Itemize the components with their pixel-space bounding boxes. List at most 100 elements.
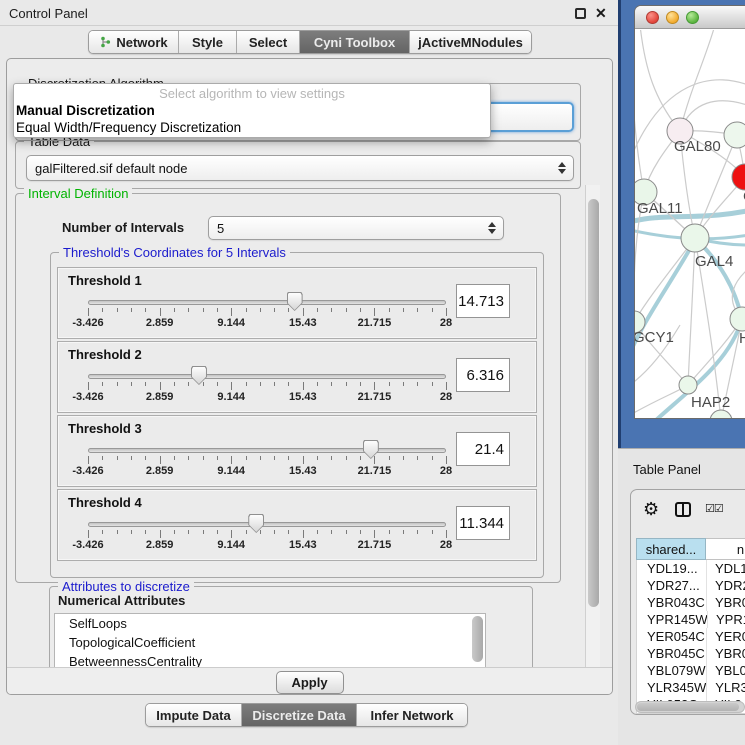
tab-network[interactable]: Network — [89, 31, 179, 53]
tick-mark — [160, 456, 161, 464]
cell-shared-name[interactable]: YDR27... — [637, 577, 706, 594]
column-layout-icon[interactable] — [675, 502, 691, 517]
settings-vertical-scrollbar[interactable] — [585, 185, 600, 667]
node-label-gal80: GAL80 — [674, 138, 721, 155]
node-h[interactable] — [730, 307, 745, 331]
tick-label: 28 — [440, 539, 452, 551]
network-window-titlebar[interactable] — [635, 6, 745, 29]
node-selected-red[interactable] — [732, 164, 745, 190]
cell-shared-name[interactable]: YLR345W — [637, 679, 706, 696]
threshold-2-value-input[interactable] — [456, 358, 510, 392]
tab-style[interactable]: Style — [179, 31, 237, 53]
threshold-3-slider[interactable]: -3.4262.8599.14415.4321.71528 — [88, 438, 446, 484]
table-row[interactable]: YLR345WYLR3 — [637, 679, 745, 696]
apply-button[interactable]: Apply — [276, 671, 344, 694]
tick-mark — [346, 530, 347, 534]
cell-shared-name[interactable]: YDL19... — [637, 560, 706, 577]
table-row[interactable]: YBR045CYBR0 — [637, 645, 745, 662]
table-row[interactable]: YDL19...YDL1 — [637, 560, 745, 577]
threshold-3-value-input[interactable] — [456, 432, 510, 466]
network-view-window[interactable]: GAL80 GA C GAL11 GAL4 GCY1 H HAP2 — [634, 5, 745, 419]
table-row[interactable]: YBL079WYBL0 — [637, 662, 745, 679]
tick-mark — [88, 456, 89, 464]
cell-name[interactable]: YBL0 — [706, 662, 745, 679]
tick-label: 21.715 — [358, 317, 392, 329]
slider-tick-labels: -3.4262.8599.14415.4321.71528 — [88, 317, 446, 331]
threshold-2-slider[interactable]: -3.4262.8599.14415.4321.71528 — [88, 364, 446, 410]
cyni-toolbox-content: Discretization Algorithm Select algorith… — [6, 58, 613, 695]
tab-impute-data[interactable]: Impute Data — [146, 704, 242, 726]
tick-mark — [145, 530, 146, 534]
cell-name[interactable]: YER0 — [706, 628, 745, 645]
attribute-list-item[interactable]: SelfLoops — [55, 614, 485, 633]
tab-infer-network[interactable]: Infer Network — [357, 704, 467, 726]
algorithm-option-manual[interactable]: Manual Discretization — [16, 103, 155, 118]
tick-mark — [274, 456, 275, 460]
tick-mark — [188, 530, 189, 534]
attribute-list-item[interactable]: TopologicalCoefficient — [55, 633, 485, 652]
tick-mark — [217, 308, 218, 312]
number-of-intervals-combobox[interactable]: 5 — [208, 216, 504, 240]
cell-shared-name[interactable]: YBR043C — [637, 594, 706, 611]
zoom-traffic-light-icon[interactable] — [686, 11, 699, 24]
slider-track — [88, 522, 446, 527]
tick-mark — [88, 530, 89, 538]
slider-tick-labels: -3.4262.8599.14415.4321.71528 — [88, 465, 446, 479]
tick-mark — [317, 382, 318, 386]
attributes-list-scrollbar[interactable] — [472, 616, 483, 662]
scrollbar-thumb[interactable] — [588, 199, 599, 607]
threshold-4-slider[interactable]: -3.4262.8599.14415.4321.71528 — [88, 512, 446, 558]
combo-stepper-icon — [488, 222, 496, 234]
close-icon[interactable]: ✕ — [595, 5, 607, 22]
table-data-combobox[interactable]: galFiltered.sif default node — [26, 155, 574, 181]
attributes-group-title: Attributes to discretize — [58, 579, 194, 594]
threshold-1-value-input[interactable] — [456, 284, 510, 318]
column-header-name[interactable]: n — [706, 538, 745, 560]
close-traffic-light-icon[interactable] — [646, 11, 659, 24]
table-horizontal-scrollbar[interactable] — [635, 701, 745, 713]
float-window-icon[interactable] — [575, 8, 586, 19]
network-icon — [99, 36, 111, 48]
tick-mark — [403, 382, 404, 386]
node-labels: GAL80 GA C GAL11 GAL4 GCY1 H HAP2 — [635, 138, 745, 411]
tick-label: 9.144 — [217, 539, 245, 551]
threshold-4-value-input[interactable] — [456, 506, 510, 540]
tab-jactivemnodules[interactable]: jActiveMNodules — [410, 31, 531, 53]
control-panel-titlebar: Control Panel ✕ — [0, 0, 618, 26]
node-bottom[interactable] — [710, 410, 732, 419]
tab-discretize-data[interactable]: Discretize Data — [242, 704, 357, 726]
tick-mark — [131, 308, 132, 312]
select-columns-icon[interactable]: ☑☑ — [705, 502, 723, 515]
slider-ticks — [88, 530, 446, 539]
tick-label: -3.426 — [72, 465, 103, 477]
node-label-gcy1: GCY1 — [635, 329, 674, 346]
cell-shared-name[interactable]: YBR045C — [637, 645, 706, 662]
table-panel-title: Table Panel — [633, 462, 701, 477]
column-header-shared[interactable]: shared... — [636, 538, 706, 560]
cell-name[interactable]: YBR0 — [706, 645, 745, 662]
gear-icon[interactable]: ⚙ — [643, 499, 659, 520]
slider-ticks — [88, 382, 446, 391]
threshold-1-slider[interactable]: -3.4262.8599.14415.4321.71528 — [88, 290, 446, 336]
node-hap2[interactable] — [679, 376, 697, 394]
node-gal4[interactable] — [681, 224, 709, 252]
table-row[interactable]: YPR145WYPR1 — [637, 611, 745, 628]
cell-shared-name[interactable]: YPR145W — [637, 611, 707, 628]
table-row[interactable]: YBR043CYBR0 — [637, 594, 745, 611]
table-row[interactable]: YER054CYER0 — [637, 628, 745, 645]
minimize-traffic-light-icon[interactable] — [666, 11, 679, 24]
algorithm-option-equal-width[interactable]: Equal Width/Frequency Discretization — [16, 120, 241, 135]
tab-cyni-toolbox[interactable]: Cyni Toolbox — [300, 31, 410, 53]
cell-name[interactable]: YDL1 — [706, 560, 745, 577]
cell-shared-name[interactable]: YER054C — [637, 628, 706, 645]
cell-name[interactable]: YDR2 — [706, 577, 745, 594]
cell-shared-name[interactable]: YBL079W — [637, 662, 706, 679]
cell-name[interactable]: YPR1 — [707, 611, 745, 628]
scrollbar-thumb[interactable] — [637, 703, 739, 711]
node-gal-right[interactable] — [724, 122, 745, 148]
network-graph-canvas[interactable]: GAL80 GA C GAL11 GAL4 GCY1 H HAP2 — [635, 30, 745, 419]
cell-name[interactable]: YBR0 — [706, 594, 745, 611]
tab-select[interactable]: Select — [237, 31, 300, 53]
table-row[interactable]: YDR27...YDR2 — [637, 577, 745, 594]
cell-name[interactable]: YLR3 — [706, 679, 745, 696]
